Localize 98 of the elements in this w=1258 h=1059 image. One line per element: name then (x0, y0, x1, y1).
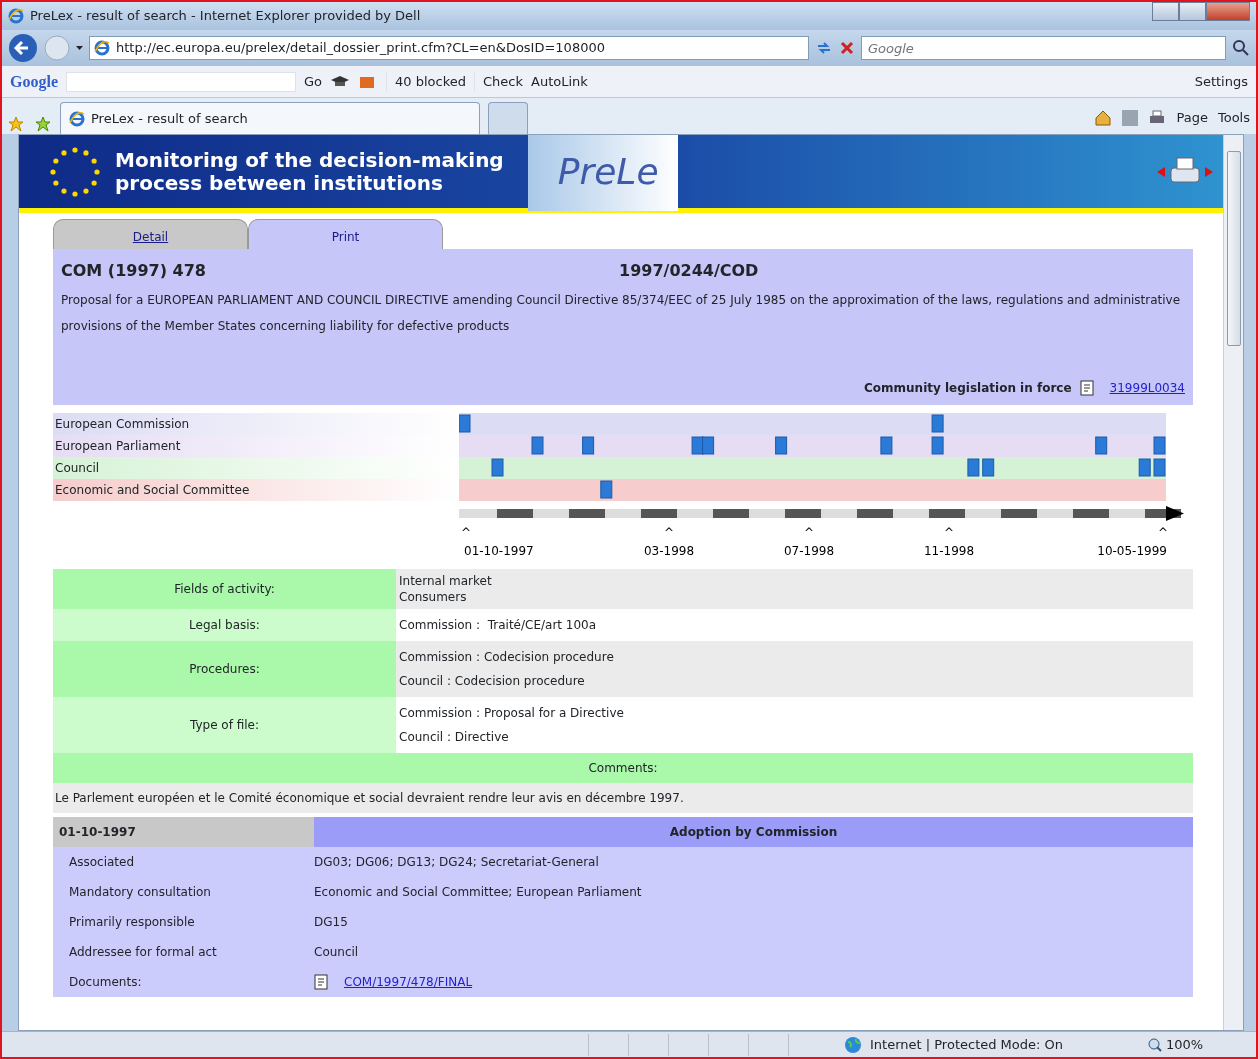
field-value: Commission : Codecision procedure (399, 649, 615, 666)
add-favorite-icon[interactable] (34, 116, 52, 134)
new-tab-button[interactable] (488, 102, 528, 134)
stop-icon[interactable] (839, 40, 855, 56)
zoom-level[interactable]: 100% (1166, 1034, 1204, 1055)
toolbar-search-field[interactable] (66, 71, 296, 92)
spell-check-button[interactable]: Check (474, 71, 523, 92)
event-marker[interactable] (1138, 458, 1151, 477)
event-marker[interactable] (1095, 436, 1108, 455)
field-value: Consumers (399, 589, 468, 605)
event-marker[interactable] (691, 436, 704, 455)
back-button[interactable] (8, 33, 38, 63)
field-value: Commission : Proposal for a Directive (399, 705, 625, 722)
page-icon (94, 40, 110, 56)
event-marker[interactable] (491, 458, 504, 477)
date-label: 03-1998 (643, 544, 695, 558)
legislation-label: Community legislation in force (864, 380, 1072, 397)
event-field-label: Documents: (68, 974, 143, 991)
field-label: Procedures: (53, 641, 396, 697)
event-marker[interactable] (531, 436, 544, 455)
event-marker[interactable] (582, 436, 595, 455)
security-zone-text: Internet | Protected Mode: On (870, 1035, 1063, 1054)
date-label: 10-05-1999 (1097, 544, 1167, 558)
forward-button[interactable] (44, 35, 70, 61)
tick-mark: ^ (943, 526, 955, 540)
field-label: Legal basis: (53, 609, 396, 641)
date-label: 01-10-1997 (464, 544, 534, 558)
banner-title-line: process between institutions (115, 171, 443, 195)
event-marker[interactable] (931, 436, 944, 455)
maximize-button[interactable] (1179, 2, 1206, 21)
procedure-number: 1997/0244/COD (619, 260, 759, 282)
url-text: http://ec.europa.eu/prelex/detail_dossier_print.cfm?CL=en&DosID=108000 (116, 39, 605, 58)
search-icon[interactable] (1232, 39, 1250, 57)
date-label: 07-1998 (783, 544, 835, 558)
tools-menu-button[interactable]: Tools (1217, 108, 1250, 128)
event-field-value: DG15 (314, 914, 348, 931)
event-marker[interactable] (931, 414, 944, 433)
event-field-label: Mandatory consultation (68, 884, 212, 901)
event-title: Adoption by Commission (314, 817, 1193, 847)
globe-icon (844, 1035, 862, 1054)
window-title: PreLex - result of search - Internet Explorer provided by Dell (30, 7, 421, 26)
event-field-value: Council (314, 944, 359, 961)
popup-blocker-button[interactable]: 40 blocked (386, 71, 466, 92)
banner-title-line: Monitoring of the decision-making (115, 148, 504, 172)
event-field-value: DG03; DG06; DG13; DG24; Secretariat-General (314, 854, 599, 871)
vertical-scrollbar[interactable] (1223, 135, 1243, 1030)
event-field-label: Addressee for formal act (68, 944, 218, 961)
event-marker[interactable] (880, 436, 893, 455)
zoom-icon[interactable] (1148, 1037, 1162, 1052)
field-value: Council : Codecision procedure (399, 673, 586, 690)
document-link[interactable]: COM/1997/478/FINAL (344, 973, 473, 991)
document-icon (314, 974, 328, 990)
reference-number: COM (1997) 478 (61, 260, 207, 282)
page-tab[interactable]: Detail (53, 219, 248, 249)
browser-tab[interactable]: PreLex - result of search (60, 102, 480, 134)
event-field-label: Associated (68, 854, 136, 871)
close-button[interactable] (1206, 2, 1250, 21)
event-marker[interactable] (982, 458, 995, 477)
event-field-label: Primarily responsible (68, 914, 196, 931)
home-icon[interactable] (1094, 109, 1113, 127)
field-value: Commission : Traité/CE/art 100a (399, 617, 598, 634)
comments-header: Comments: (53, 753, 1193, 783)
tick-mark: ^ (1157, 526, 1169, 540)
event-marker[interactable] (1153, 458, 1166, 477)
proposal-title: Proposal for a EUROPEAN PARLIAMENT AND COUNCIL DIRECTIVE amending Council Directive 85/374/EEC of 25 July 1985 on the approximation of the laws, regulations and administrative provisions of the Member States concerning liability for defective products (61, 292, 1182, 335)
page-icon (69, 110, 85, 127)
search-field[interactable]: Google (861, 36, 1226, 60)
page-tab[interactable]: Print (248, 219, 443, 249)
document-icon (1079, 380, 1094, 396)
event-marker[interactable] (702, 436, 715, 455)
tick-mark: ^ (803, 526, 815, 540)
event-field-value: Economic and Social Committee; European Parliament (314, 884, 642, 901)
event-marker[interactable] (600, 480, 613, 499)
tick-mark: ^ (663, 526, 675, 540)
field-value: Internal market (399, 573, 493, 589)
page-menu-button[interactable]: Page (1176, 108, 1208, 128)
date-label: 11-1998 (923, 544, 975, 558)
tick-mark: ^ (460, 526, 472, 540)
field-value: Council : Directive (399, 729, 510, 746)
minimize-button[interactable] (1152, 2, 1179, 21)
event-marker[interactable] (775, 436, 788, 455)
prelex-logo: PreLe (527, 135, 678, 211)
event-date: 01-10-1997 (53, 817, 314, 847)
event-marker[interactable] (967, 458, 980, 477)
go-button[interactable]: Go (304, 71, 323, 92)
favorites-star-icon[interactable] (8, 116, 26, 134)
google-logo: Google (10, 71, 58, 93)
event-marker[interactable] (1153, 436, 1166, 455)
comment-text: Le Parlement européen et le Comité économique et social devraient rendre leur avis en décembre 1997. (53, 783, 1193, 813)
autolink-button[interactable]: AutoLink (531, 71, 588, 92)
field-label: Fields of activity: (53, 569, 396, 609)
legislation-link[interactable]: 31999L0034 (1109, 379, 1185, 397)
dropdown-icon[interactable] (76, 46, 83, 50)
field-label: Type of file: (53, 697, 396, 753)
settings-button[interactable]: Settings (1194, 71, 1248, 92)
address-field[interactable]: http://ec.europa.eu/prelex/detail_dossier_print.cfm?CL=en&DosID=108000 (89, 36, 809, 60)
browser-icon (8, 8, 24, 24)
print-icon[interactable] (1148, 110, 1167, 126)
